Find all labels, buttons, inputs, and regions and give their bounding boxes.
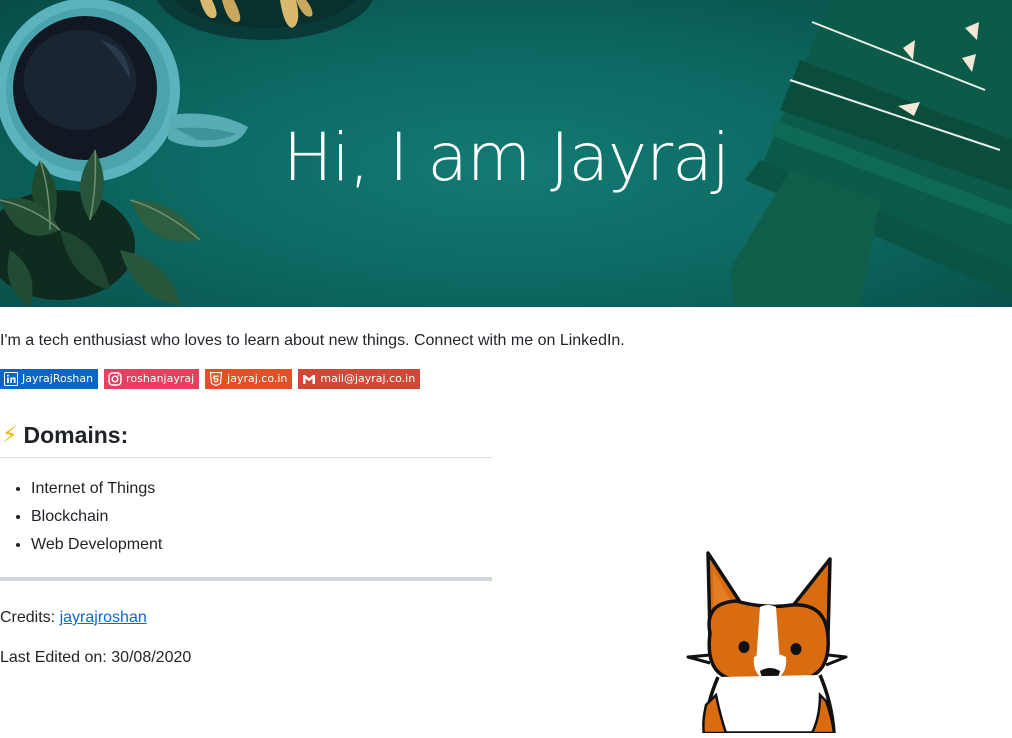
social-badges: JayrajRoshan roshanjayraj jayraj.co.in m… — [0, 369, 421, 389]
credits-link[interactable]: jayrajroshan — [60, 609, 147, 626]
instagram-badge-label: roshanjayraj — [126, 372, 195, 385]
domains-list: Internet of Things Blockchain Web Develo… — [0, 475, 162, 559]
corgi-icon — [686, 551, 848, 735]
website-badge[interactable]: jayraj.co.in — [205, 369, 293, 389]
website-badge-label: jayraj.co.in — [227, 372, 288, 385]
list-item: Web Development — [31, 531, 162, 559]
linkedin-badge-label: JayrajRoshan — [22, 372, 94, 385]
html5-icon — [209, 372, 223, 386]
linkedin-badge[interactable]: JayrajRoshan — [0, 369, 99, 389]
hero-banner: Hi, I am Jayraj — [0, 0, 1012, 307]
corgi-illustration — [680, 545, 850, 738]
email-badge-label: mail@jayraj.co.in — [320, 372, 416, 385]
list-item: Blockchain — [31, 503, 162, 531]
credits-label: Credits: — [0, 609, 56, 626]
section-divider — [0, 577, 492, 581]
list-item: Internet of Things — [31, 475, 162, 503]
email-badge[interactable]: mail@jayraj.co.in — [298, 369, 421, 389]
hero-title: Hi, I am Jayraj — [283, 119, 730, 196]
domains-heading-text: Domains: — [23, 422, 129, 448]
linkedin-icon — [4, 372, 18, 386]
gmail-icon — [302, 372, 316, 386]
lightning-icon: ⚡ — [2, 422, 18, 447]
credits-line: Credits: jayrajroshan — [0, 608, 147, 628]
intro-text: I'm a tech enthusiast who loves to learn… — [0, 332, 625, 349]
instagram-icon — [108, 372, 122, 386]
instagram-badge[interactable]: roshanjayraj — [104, 369, 200, 389]
last-edited: Last Edited on: 30/08/2020 — [0, 649, 192, 666]
domains-heading: ⚡ Domains: — [0, 420, 492, 458]
